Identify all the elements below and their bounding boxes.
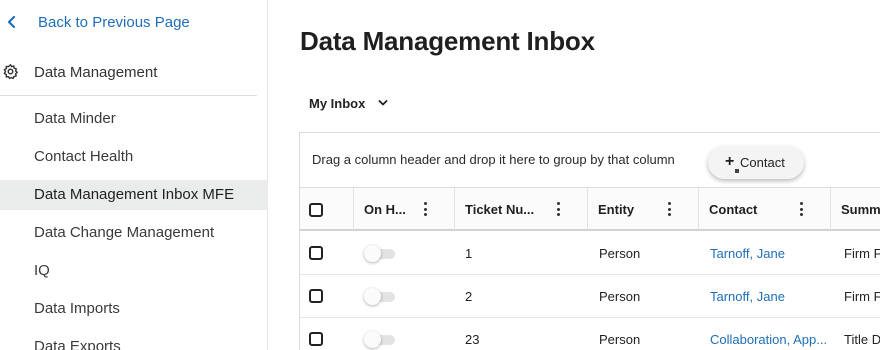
contact-link[interactable]: Collaboration, App... <box>710 332 827 347</box>
on-hold-toggle[interactable] <box>364 288 397 305</box>
table-row[interactable]: 1 Person Tarnoff, Jane Firm F <box>300 232 880 275</box>
gear-icon <box>3 64 18 80</box>
back-link-label: Back to Previous Page <box>38 14 190 31</box>
ticket-number-cell: 1 <box>465 246 473 261</box>
row-checkbox[interactable] <box>309 289 323 303</box>
sidebar-item-label: Data Management Inbox MFE <box>34 186 235 203</box>
inbox-grid: Drag a column header and drop it here to… <box>299 132 880 350</box>
header-select-all <box>300 188 354 230</box>
column-menu-icon[interactable] <box>668 202 672 216</box>
column-header-label: Contact <box>709 202 758 217</box>
sidebar-item-data-minder[interactable]: Data Minder <box>0 104 268 134</box>
entity-cell: Person <box>599 289 641 304</box>
sidebar-item-iq[interactable]: IQ <box>0 256 268 286</box>
row-checkbox[interactable] <box>309 246 323 260</box>
plus-icon: + <box>725 153 735 170</box>
entity-cell: Person <box>599 332 641 347</box>
ticket-number-cell: 2 <box>465 289 473 304</box>
column-header-on-hold[interactable]: On H... <box>354 188 455 230</box>
dragged-column-chip[interactable]: + Contact <box>708 146 804 179</box>
column-header-label: Summ <box>841 202 880 217</box>
column-header-label: On H... <box>364 202 406 217</box>
sidebar-item-label: Data Imports <box>34 300 120 317</box>
sidebar-item-label: Data Minder <box>34 110 116 127</box>
page-title: Data Management Inbox <box>300 26 595 56</box>
contact-link[interactable]: Tarnoff, Jane <box>710 246 785 261</box>
sidebar-item-label: Data Exports <box>34 338 121 350</box>
sidebar-item-data-management-inbox-mfe[interactable]: Data Management Inbox MFE <box>0 180 268 210</box>
column-header-label: Entity <box>598 202 635 217</box>
sidebar-item-data-change-management[interactable]: Data Change Management <box>0 218 268 248</box>
column-header-contact[interactable]: Contact <box>699 188 831 230</box>
summary-cell: Firm F <box>844 246 880 261</box>
sidebar: Back to Previous Page Data Management Da… <box>0 0 268 350</box>
entity-cell: Person <box>599 246 641 261</box>
dragged-column-label: Contact <box>740 155 785 170</box>
drag-cursor-icon <box>735 169 739 173</box>
sidebar-divider <box>0 95 257 96</box>
ticket-number-cell: 23 <box>465 332 480 347</box>
sidebar-section-label: Data Management <box>34 64 158 81</box>
select-all-checkbox[interactable] <box>309 203 323 217</box>
column-header-summary[interactable]: Summ <box>831 188 880 230</box>
column-menu-icon[interactable] <box>800 202 804 216</box>
summary-cell: Firm F <box>844 289 880 304</box>
sidebar-item-contact-health[interactable]: Contact Health <box>0 142 268 172</box>
sidebar-item-data-imports[interactable]: Data Imports <box>0 294 268 324</box>
chevron-down-icon[interactable] <box>378 99 388 107</box>
summary-cell: Title D <box>844 332 880 347</box>
chevron-left-icon <box>7 15 16 29</box>
column-menu-icon[interactable] <box>557 202 561 216</box>
column-header-entity[interactable]: Entity <box>588 188 699 230</box>
column-menu-icon[interactable] <box>424 202 428 216</box>
sidebar-item-label: Data Change Management <box>34 224 215 241</box>
grid-header-row: On H... Ticket Nu... Entity Contact Summ <box>300 187 880 231</box>
on-hold-toggle[interactable] <box>364 245 397 262</box>
row-checkbox[interactable] <box>309 332 323 346</box>
sidebar-item-label: Contact Health <box>34 148 134 165</box>
sidebar-item-label: IQ <box>34 262 50 279</box>
sidebar-item-data-exports[interactable]: Data Exports <box>0 332 268 350</box>
on-hold-toggle[interactable] <box>364 331 397 348</box>
table-row[interactable]: 2 Person Tarnoff, Jane Firm F <box>300 275 880 318</box>
back-to-previous-page-link[interactable]: Back to Previous Page <box>0 0 268 46</box>
column-header-label: Ticket Nu... <box>465 202 535 217</box>
table-row[interactable]: 23 Person Collaboration, App... Title D <box>300 318 880 350</box>
group-panel-hint: Drag a column header and drop it here to… <box>312 152 675 167</box>
column-header-ticket-number[interactable]: Ticket Nu... <box>455 188 588 230</box>
contact-link[interactable]: Tarnoff, Jane <box>710 289 785 304</box>
inbox-selector-value[interactable]: My Inbox <box>309 96 365 111</box>
